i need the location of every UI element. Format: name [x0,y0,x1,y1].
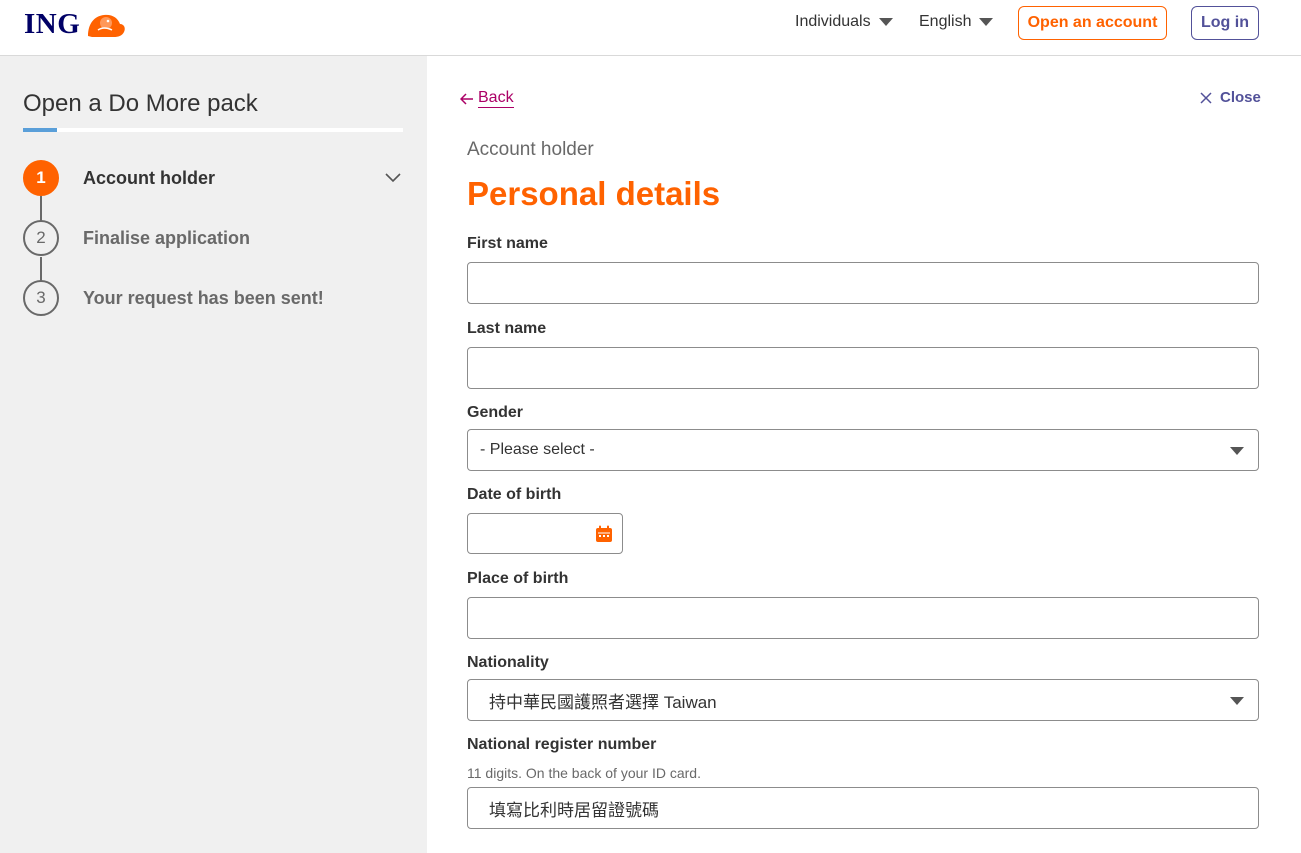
chevron-down-icon[interactable] [385,173,401,183]
nationality-select[interactable]: 持中華民國護照者選擇 Taiwan [467,679,1259,721]
national-register-number-input[interactable]: 填寫比利時居留證號碼 [467,787,1259,829]
gender-label: Gender [467,404,524,421]
caret-down-icon [1230,447,1244,455]
step-label: Account holder [83,167,216,188]
nationality-label: Nationality [467,654,549,671]
back-label: Back [478,89,514,108]
sidebar: Open a Do More pack 1 Account holder 2 F… [0,56,427,853]
date-of-birth-input[interactable] [467,513,623,554]
sidebar-title: Open a Do More pack [23,90,258,117]
step-connector [40,196,42,221]
last-name-input[interactable] [467,347,1259,389]
first-name-label: First name [467,235,548,252]
date-of-birth-label: Date of birth [467,486,562,503]
step-number: 2 [23,220,59,256]
open-account-button[interactable]: Open an account [1018,6,1167,40]
caret-down-icon [878,18,893,26]
step-connector [40,257,42,282]
step-number: 3 [23,280,59,316]
caret-down-icon [1230,697,1244,705]
gender-select[interactable]: - Please select - [467,429,1259,471]
place-of-birth-label: Place of birth [467,570,569,587]
last-name-label: Last name [467,320,547,337]
step-label: Your request has been sent! [83,287,324,308]
logo-text: ING [24,8,81,40]
segment-dropdown[interactable]: Individuals [795,13,893,31]
back-link[interactable]: Back [460,89,514,108]
top-header: ING Individuals English Open an account … [0,0,1301,56]
step-number: 1 [23,160,59,196]
close-button[interactable]: Close [1200,89,1261,106]
gender-selected-value: - Please select - [480,441,595,458]
step-request-sent: 3 Your request has been sent! [23,280,324,316]
close-label: Close [1220,89,1261,106]
national-register-number-hint: 11 digits. On the back of your ID card. [467,765,701,781]
step-account-holder[interactable]: 1 Account holder [23,160,215,196]
step-label: Finalise application [83,227,251,248]
close-icon [1200,91,1212,104]
place-of-birth-input[interactable] [467,597,1259,639]
lion-icon [88,14,126,37]
calendar-icon[interactable] [595,525,613,543]
login-button[interactable]: Log in [1191,6,1259,40]
section-subheading: Account holder [467,139,594,160]
segment-label: Individuals [795,13,871,30]
first-name-input[interactable] [467,262,1259,304]
language-label: English [919,13,972,30]
page-title: Personal details [467,175,721,212]
language-dropdown[interactable]: English [919,13,994,31]
caret-down-icon [979,18,994,26]
ing-logo[interactable]: ING [24,8,128,41]
step-finalise-application: 2 Finalise application [23,220,250,256]
national-register-number-label: National register number [467,736,657,753]
progress-bar [23,128,403,132]
arrow-left-icon [460,92,473,105]
nationality-selected-value: 持中華民國護照者選擇 Taiwan [489,692,717,712]
progress-bar-fill [23,128,57,132]
